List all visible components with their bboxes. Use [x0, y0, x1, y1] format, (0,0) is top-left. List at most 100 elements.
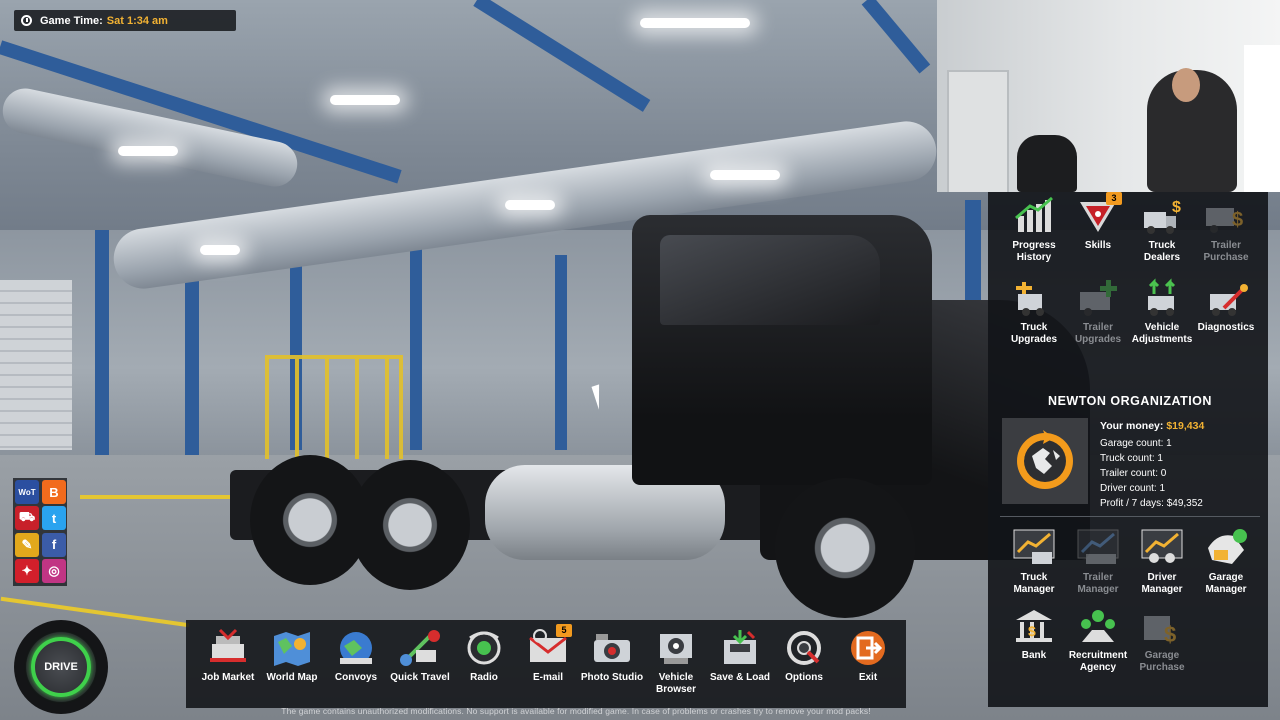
photo-studio-icon [590, 628, 634, 668]
bank-button[interactable]: $ Bank [1002, 606, 1066, 674]
world-of-trucks-icon[interactable]: WoT [15, 480, 39, 504]
skills-button[interactable]: 3 Skills [1066, 192, 1130, 264]
exit-label: Exit [858, 672, 878, 683]
ceiling-light [505, 200, 555, 210]
garage-purchase-label: Garage Purchase [1139, 650, 1185, 673]
garage-manager-label: Garage Manager [1205, 572, 1247, 595]
notification-badge: 5 [556, 624, 572, 637]
ceiling-light [118, 146, 178, 156]
convoys-button[interactable]: Convoys [324, 628, 388, 696]
truck-manager-icon [1012, 528, 1056, 568]
instagram-icon[interactable]: ◎ [42, 558, 66, 583]
ceiling-light [200, 245, 240, 255]
trailer-manager-button[interactable]: Trailer Manager [1066, 528, 1130, 596]
photo-studio-button[interactable]: Photo Studio [580, 628, 644, 696]
organization-logo [1002, 418, 1088, 504]
garage-manager-button[interactable]: Garage Manager [1194, 528, 1258, 596]
job-market-button[interactable]: Job Market [196, 628, 260, 696]
recruitment-agency-icon [1076, 606, 1120, 646]
vehicle-adjustments-label: Vehicle Adjustments [1131, 322, 1193, 345]
wall-pillar [410, 230, 422, 450]
social-links: WoT B ⛟ t ✎ f ✦ ◎ [13, 478, 67, 586]
email-label: E-mail [532, 672, 563, 683]
clock-icon [21, 15, 32, 26]
trailer-manager-label: Trailer Manager [1077, 572, 1119, 595]
trailer-upgrades-button[interactable]: Trailer Upgrades [1066, 278, 1130, 346]
forum-icon[interactable]: ✎ [15, 532, 39, 557]
radio-icon [462, 628, 506, 668]
job-market-label: Job Market [201, 672, 255, 683]
exit-icon [846, 628, 890, 668]
svg-text:$: $ [1232, 209, 1243, 231]
trailer-count: Trailer count: 0 [1100, 468, 1167, 479]
driver-manager-icon [1140, 528, 1184, 568]
webcam-door [947, 70, 1009, 192]
save-load-label: Save & Load [709, 672, 771, 683]
truck-wheel [775, 478, 915, 618]
facebook-icon[interactable]: f [42, 532, 66, 557]
save-load-icon [718, 628, 762, 668]
svg-text:$: $ [1172, 199, 1181, 216]
email-button[interactable]: 5 E-mail [516, 624, 580, 696]
truck-manager-button[interactable]: Truck Manager [1002, 528, 1066, 596]
quick-travel-label: Quick Travel [390, 672, 450, 683]
progress-history-button[interactable]: Progress History [1002, 196, 1066, 264]
quick-travel-button[interactable]: Quick Travel [388, 628, 452, 696]
trailer-purchase-button[interactable]: $ Trailer Purchase [1194, 196, 1258, 264]
twitter-icon[interactable]: t [42, 506, 66, 531]
driver-manager-button[interactable]: Driver Manager [1130, 528, 1194, 596]
blogger-icon[interactable]: B [42, 480, 66, 504]
truck-count: Truck count: 1 [1100, 453, 1163, 464]
radio-button[interactable]: Radio [452, 628, 516, 696]
convoys-icon [334, 628, 378, 668]
garage-purchase-button[interactable]: $ Garage Purchase [1130, 606, 1194, 674]
truck-upgrades-button[interactable]: Truck Upgrades [1002, 278, 1066, 346]
game-time-label: Game Time: [40, 14, 103, 27]
truck-dealers-label: Truck Dealers [1143, 240, 1181, 263]
options-button[interactable]: Options [772, 628, 836, 696]
yellow-scaffold [265, 355, 403, 459]
drive-button[interactable]: DRIVE [14, 620, 108, 714]
webcam-chair [1017, 135, 1077, 192]
scs-blog-icon[interactable]: ✦ [15, 558, 39, 583]
money-value: $19,434 [1166, 420, 1205, 432]
world-map-icon [270, 628, 314, 668]
webcam-overlay [937, 0, 1280, 192]
skills-icon: 3 [1076, 192, 1122, 236]
game-time-display: Game Time: Sat 1:34 am [14, 10, 236, 31]
truck-manager-label: Truck Manager [1013, 572, 1055, 595]
diagnostics-label: Diagnostics [1197, 322, 1255, 333]
webcam-window [1244, 45, 1280, 192]
save-load-button[interactable]: Save & Load [708, 628, 772, 696]
truck-wheel [350, 460, 470, 590]
main-menu-row: Job Market World Map Convoys Quick Travel Ra… [196, 624, 900, 696]
game-time-value: Sat 1:34 am [106, 14, 168, 27]
organization-stats: Your money: $19,434 Garage count: 1 Truc… [1100, 419, 1204, 511]
money-row: Your money: $19,434 [1100, 419, 1204, 434]
notification-badge: 3 [1106, 192, 1122, 205]
truck-upgrades-icon [1012, 278, 1056, 318]
world-map-button[interactable]: World Map [260, 628, 324, 696]
convoys-label: Convoys [334, 672, 378, 683]
diagnostics-button[interactable]: Diagnostics [1194, 278, 1258, 346]
truck-dealers-button[interactable]: $ Truck Dealers [1130, 196, 1194, 264]
recruitment-agency-button[interactable]: Recruitment Agency [1066, 606, 1130, 674]
progress-history-icon [1012, 196, 1056, 236]
scs-truck-icon[interactable]: ⛟ [15, 506, 39, 531]
garage-door [0, 280, 72, 450]
skills-label: Skills [1084, 240, 1112, 251]
vehicle-browser-icon [654, 628, 698, 668]
drive-label: DRIVE [44, 661, 78, 673]
main-menu-bar: Job Market World Map Convoys Quick Travel Ra… [186, 620, 906, 708]
vehicle-adjustments-button[interactable]: Vehicle Adjustments [1130, 278, 1194, 346]
ceiling-light [330, 95, 400, 105]
world-map-label: World Map [266, 672, 318, 683]
truck-dealers-icon: $ [1140, 196, 1184, 236]
vehicle-browser-button[interactable]: Vehicle Browser [644, 628, 708, 696]
globe-logo-icon [1017, 430, 1073, 489]
exit-button[interactable]: Exit [836, 628, 900, 696]
trailer-purchase-label: Trailer Purchase [1203, 240, 1249, 263]
company-manager-icons: Truck Manager Trailer Manager Driver Manag… [1002, 528, 1258, 674]
diagnostics-icon [1204, 278, 1248, 318]
organization-name: NEWTON ORGANIZATION [1048, 394, 1212, 408]
